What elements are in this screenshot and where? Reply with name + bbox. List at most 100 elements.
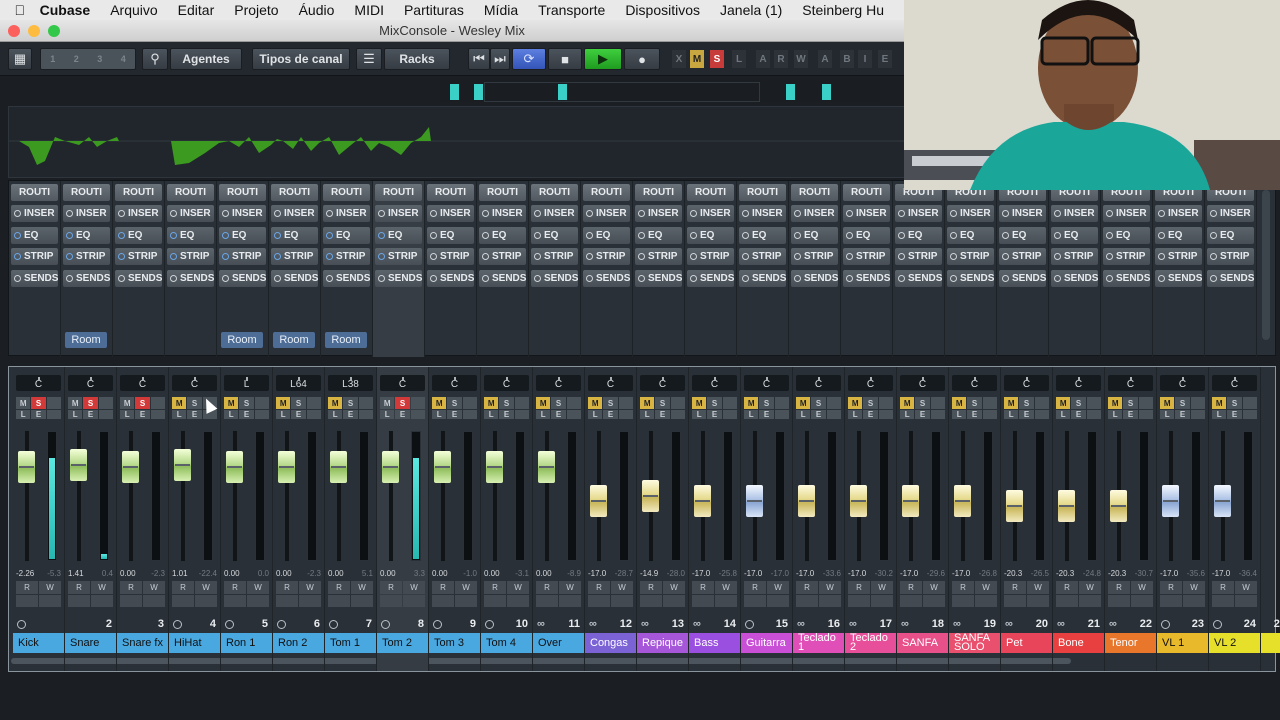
power-icon[interactable] bbox=[482, 275, 489, 282]
eq-button[interactable]: EQ bbox=[1051, 227, 1098, 244]
write-automation-button[interactable]: W bbox=[507, 581, 529, 594]
inserts-button[interactable]: INSER bbox=[999, 205, 1046, 222]
mute-button[interactable]: M bbox=[1108, 397, 1123, 409]
strip-button[interactable]: STRIP bbox=[219, 248, 266, 265]
eq-button[interactable]: EQ bbox=[791, 227, 838, 244]
write-automation-button[interactable]: W bbox=[143, 581, 165, 594]
inserts-button[interactable]: INSER bbox=[635, 205, 682, 222]
read-automation-button[interactable]: R bbox=[536, 581, 558, 594]
power-icon[interactable] bbox=[1002, 210, 1009, 217]
volume-value[interactable]: 1.41 bbox=[68, 569, 84, 578]
write-automation-button[interactable]: W bbox=[1183, 581, 1205, 594]
strip-button[interactable]: STRIP bbox=[427, 248, 474, 265]
power-icon[interactable] bbox=[742, 210, 749, 217]
routing-button[interactable]: ROUTI bbox=[791, 184, 838, 201]
power-icon[interactable] bbox=[794, 275, 801, 282]
link-icon[interactable]: ∞ bbox=[537, 618, 545, 630]
edit-button[interactable]: E bbox=[395, 410, 410, 419]
power-icon[interactable] bbox=[794, 232, 801, 239]
read-automation-button[interactable]: R bbox=[484, 581, 506, 594]
mute-button[interactable]: M bbox=[588, 397, 603, 409]
channel-name[interactable]: SANFA bbox=[897, 633, 948, 653]
channel-name[interactable]: Snare bbox=[65, 633, 116, 653]
power-icon[interactable] bbox=[170, 275, 177, 282]
rack-vertical-scrollbar[interactable] bbox=[1262, 190, 1270, 340]
power-icon[interactable] bbox=[846, 210, 853, 217]
sends-button[interactable]: SENDS bbox=[11, 270, 58, 287]
mute-button[interactable]: M bbox=[900, 397, 915, 409]
write-automation-button[interactable]: W bbox=[923, 581, 945, 594]
read-automation-button[interactable]: R bbox=[276, 581, 298, 594]
channel-power-icon[interactable] bbox=[277, 619, 286, 629]
monitor-icon[interactable] bbox=[744, 594, 766, 607]
pan-control[interactable]: C bbox=[1212, 375, 1257, 391]
pan-control[interactable]: C bbox=[1160, 375, 1205, 391]
eq-button[interactable]: EQ bbox=[999, 227, 1046, 244]
volume-value[interactable]: 0.00 bbox=[224, 569, 240, 578]
search-icon[interactable]: ⚲ bbox=[142, 48, 168, 70]
routing-button[interactable]: ROUTI bbox=[583, 184, 630, 201]
monitor-icon[interactable] bbox=[848, 594, 870, 607]
sends-button[interactable]: SENDS bbox=[895, 270, 942, 287]
inserts-button[interactable]: INSER bbox=[739, 205, 786, 222]
menu-item[interactable]: Janela (1) bbox=[720, 2, 782, 18]
monitor-icon[interactable] bbox=[952, 594, 974, 607]
monitor-icon[interactable] bbox=[1108, 594, 1130, 607]
pan-control[interactable]: C bbox=[848, 375, 893, 391]
read-automation-button[interactable]: R bbox=[328, 581, 350, 594]
eq-button[interactable]: EQ bbox=[1103, 227, 1150, 244]
read-automation-button[interactable]: R bbox=[900, 581, 922, 594]
power-icon[interactable] bbox=[378, 210, 385, 217]
listen-button[interactable]: L bbox=[432, 410, 447, 419]
pan-control[interactable]: C bbox=[172, 375, 217, 391]
power-icon[interactable] bbox=[1054, 275, 1061, 282]
mute-button[interactable]: M bbox=[952, 397, 967, 409]
edit-button[interactable]: E bbox=[239, 410, 254, 419]
edit-button[interactable]: E bbox=[551, 410, 566, 419]
mute-button[interactable]: M bbox=[1212, 397, 1227, 409]
power-icon[interactable] bbox=[14, 232, 21, 239]
link-icon[interactable]: ∞ bbox=[1005, 618, 1013, 630]
channel-name[interactable]: VL 1 bbox=[1157, 633, 1208, 653]
racks-button[interactable]: Racks bbox=[384, 48, 450, 70]
pan-control[interactable]: C bbox=[380, 375, 425, 391]
power-icon[interactable] bbox=[742, 253, 749, 260]
read-automation-button[interactable]: R bbox=[744, 581, 766, 594]
pan-control[interactable]: L38 bbox=[328, 375, 373, 391]
power-icon[interactable] bbox=[1158, 253, 1165, 260]
link-icon[interactable]: ∞ bbox=[849, 618, 857, 630]
sends-button[interactable]: SENDS bbox=[479, 270, 526, 287]
write-automation-button[interactable]: W bbox=[975, 581, 997, 594]
power-icon[interactable] bbox=[1106, 210, 1113, 217]
edit-button[interactable]: E bbox=[447, 410, 462, 419]
go-to-start-icon[interactable]: ⏮ bbox=[468, 48, 490, 70]
power-icon[interactable] bbox=[430, 253, 437, 260]
eq-button[interactable]: EQ bbox=[219, 227, 266, 244]
eq-button[interactable]: EQ bbox=[583, 227, 630, 244]
record-enable-icon[interactable] bbox=[143, 594, 165, 607]
monitor-icon[interactable] bbox=[68, 594, 90, 607]
power-icon[interactable] bbox=[378, 232, 385, 239]
power-icon[interactable] bbox=[638, 210, 645, 217]
zoom-window-icon[interactable] bbox=[48, 25, 60, 37]
power-icon[interactable] bbox=[586, 232, 593, 239]
inserts-button[interactable]: INSER bbox=[1155, 205, 1202, 222]
solo-button[interactable]: S bbox=[343, 397, 358, 409]
record-enable-icon[interactable] bbox=[611, 594, 633, 607]
listen-button[interactable]: L bbox=[172, 410, 187, 419]
power-icon[interactable] bbox=[534, 275, 541, 282]
channel-name[interactable]: Ron 1 bbox=[221, 633, 272, 653]
power-icon[interactable] bbox=[638, 253, 645, 260]
edit-button[interactable]: E bbox=[1227, 410, 1242, 419]
listen-button[interactable]: L bbox=[692, 410, 707, 419]
send-room-slot[interactable]: Room bbox=[273, 332, 315, 348]
listen-button[interactable]: L bbox=[380, 410, 395, 419]
strip-button[interactable]: STRIP bbox=[1103, 248, 1150, 265]
overview-viewport[interactable] bbox=[484, 82, 760, 102]
routing-button[interactable]: ROUTI bbox=[479, 184, 526, 201]
routing-button[interactable]: ROUTI bbox=[375, 184, 422, 201]
write-automation-button[interactable]: W bbox=[1235, 581, 1257, 594]
read-automation-button[interactable]: R bbox=[224, 581, 246, 594]
channel-power-icon[interactable] bbox=[485, 619, 494, 629]
menu-item[interactable]: Áudio bbox=[299, 2, 335, 18]
